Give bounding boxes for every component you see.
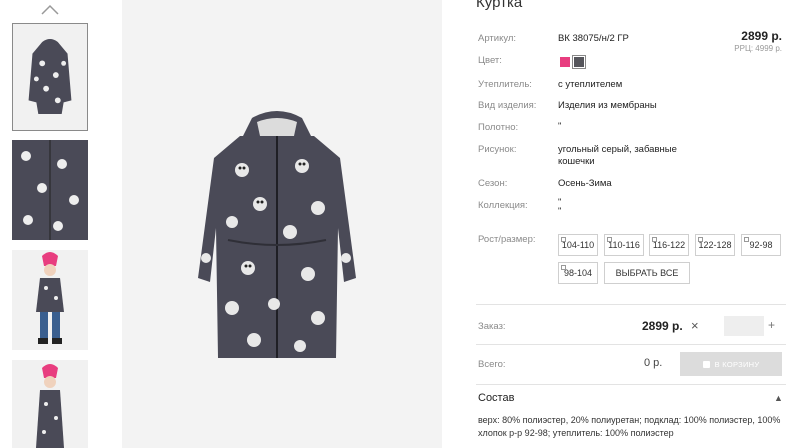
order-label: Заказ: [478, 321, 506, 332]
remove-order-icon[interactable]: × [691, 318, 699, 333]
fabric-value: " [558, 121, 562, 132]
size-checkbox [652, 237, 657, 242]
size-option-104-110[interactable]: 104-110 [558, 234, 598, 256]
product-price: 2899 р. [741, 29, 782, 43]
size-checkbox [607, 237, 612, 242]
pattern-value: угольный серый, забавные кошечки [558, 144, 677, 167]
divider [476, 344, 786, 345]
increment-icon[interactable]: + [768, 318, 775, 332]
thumbnail-model-front[interactable] [12, 250, 88, 350]
add-to-cart-button[interactable]: В КОРЗИНУ [680, 352, 782, 376]
thumbnail-front[interactable] [12, 23, 88, 131]
select-all-button[interactable]: ВЫБРАТЬ ВСЕ [604, 262, 690, 284]
size-label: Рост/размер: [478, 234, 536, 245]
thumbnail-detail[interactable] [12, 140, 88, 240]
size-option-116-122[interactable]: 116-122 [649, 234, 689, 256]
size-option-98-104[interactable]: 98-104 [558, 262, 598, 284]
color-swatch-gray[interactable] [572, 55, 586, 69]
size-option-label: 104-110 [561, 240, 595, 250]
total-label: Всего: [478, 359, 506, 370]
size-option-110-116[interactable]: 110-116 [604, 234, 644, 256]
size-option-92-98[interactable]: 92-98 [741, 234, 781, 256]
collapse-icon[interactable]: ▲ [774, 393, 783, 403]
insulation-value: с утеплителем [558, 79, 623, 90]
collection-label: Коллекция: [478, 200, 528, 211]
size-checkbox [561, 237, 566, 242]
color-label: Цвет: [478, 55, 502, 66]
composition-title: Состав [478, 392, 515, 404]
season-value: Осень-Зима [558, 178, 612, 189]
add-to-cart-label: В КОРЗИНУ [714, 359, 760, 369]
product-main-image: crockid [122, 0, 442, 448]
product-details: Куртка 2899 р. РРЦ: 4999 р. Артикул: ВК … [476, 0, 794, 448]
divider [476, 384, 786, 385]
recommended-price: РРЦ: 4999 р. [734, 44, 782, 53]
season-label: Сезон: [478, 178, 508, 189]
composition-text: верх: 80% полиэстер, 20% полиуретан; под… [478, 415, 781, 438]
chevron-up-icon[interactable] [40, 2, 60, 16]
quantity-input[interactable] [724, 316, 764, 336]
order-price: 2899 р. [642, 319, 683, 333]
collection-value: " " [558, 197, 562, 217]
size-checkbox [698, 237, 703, 242]
size-option-label: 92-98 [749, 240, 773, 250]
shopping-bag-icon [702, 360, 710, 368]
color-swatch-pink[interactable] [560, 57, 570, 67]
size-option-label: 110-116 [608, 240, 640, 250]
product-type-value: Изделия из мембраны [558, 100, 657, 111]
jacket-illustration [198, 111, 356, 358]
size-checkbox [561, 265, 566, 270]
pattern-label: Рисунок: [478, 144, 517, 155]
article-label: Артикул: [478, 33, 517, 44]
thumbnail-gallery [0, 0, 112, 448]
size-checkbox [744, 237, 749, 242]
product-title: Куртка [476, 0, 523, 11]
product-type-label: Вид изделия: [478, 100, 537, 111]
size-option-122-128[interactable]: 122-128 [695, 234, 735, 256]
thumbnail-model-side[interactable] [12, 360, 88, 448]
fabric-label: Полотно: [478, 122, 519, 133]
article-value: ВК 38075/н/2 ГР [558, 33, 629, 44]
divider [476, 304, 786, 305]
insulation-label: Утеплитель: [478, 79, 532, 90]
size-option-label: 122-128 [698, 240, 732, 250]
total-value: 0 р. [644, 357, 663, 369]
size-option-label: 98-104 [563, 268, 593, 278]
size-option-label: 116-122 [652, 240, 686, 250]
